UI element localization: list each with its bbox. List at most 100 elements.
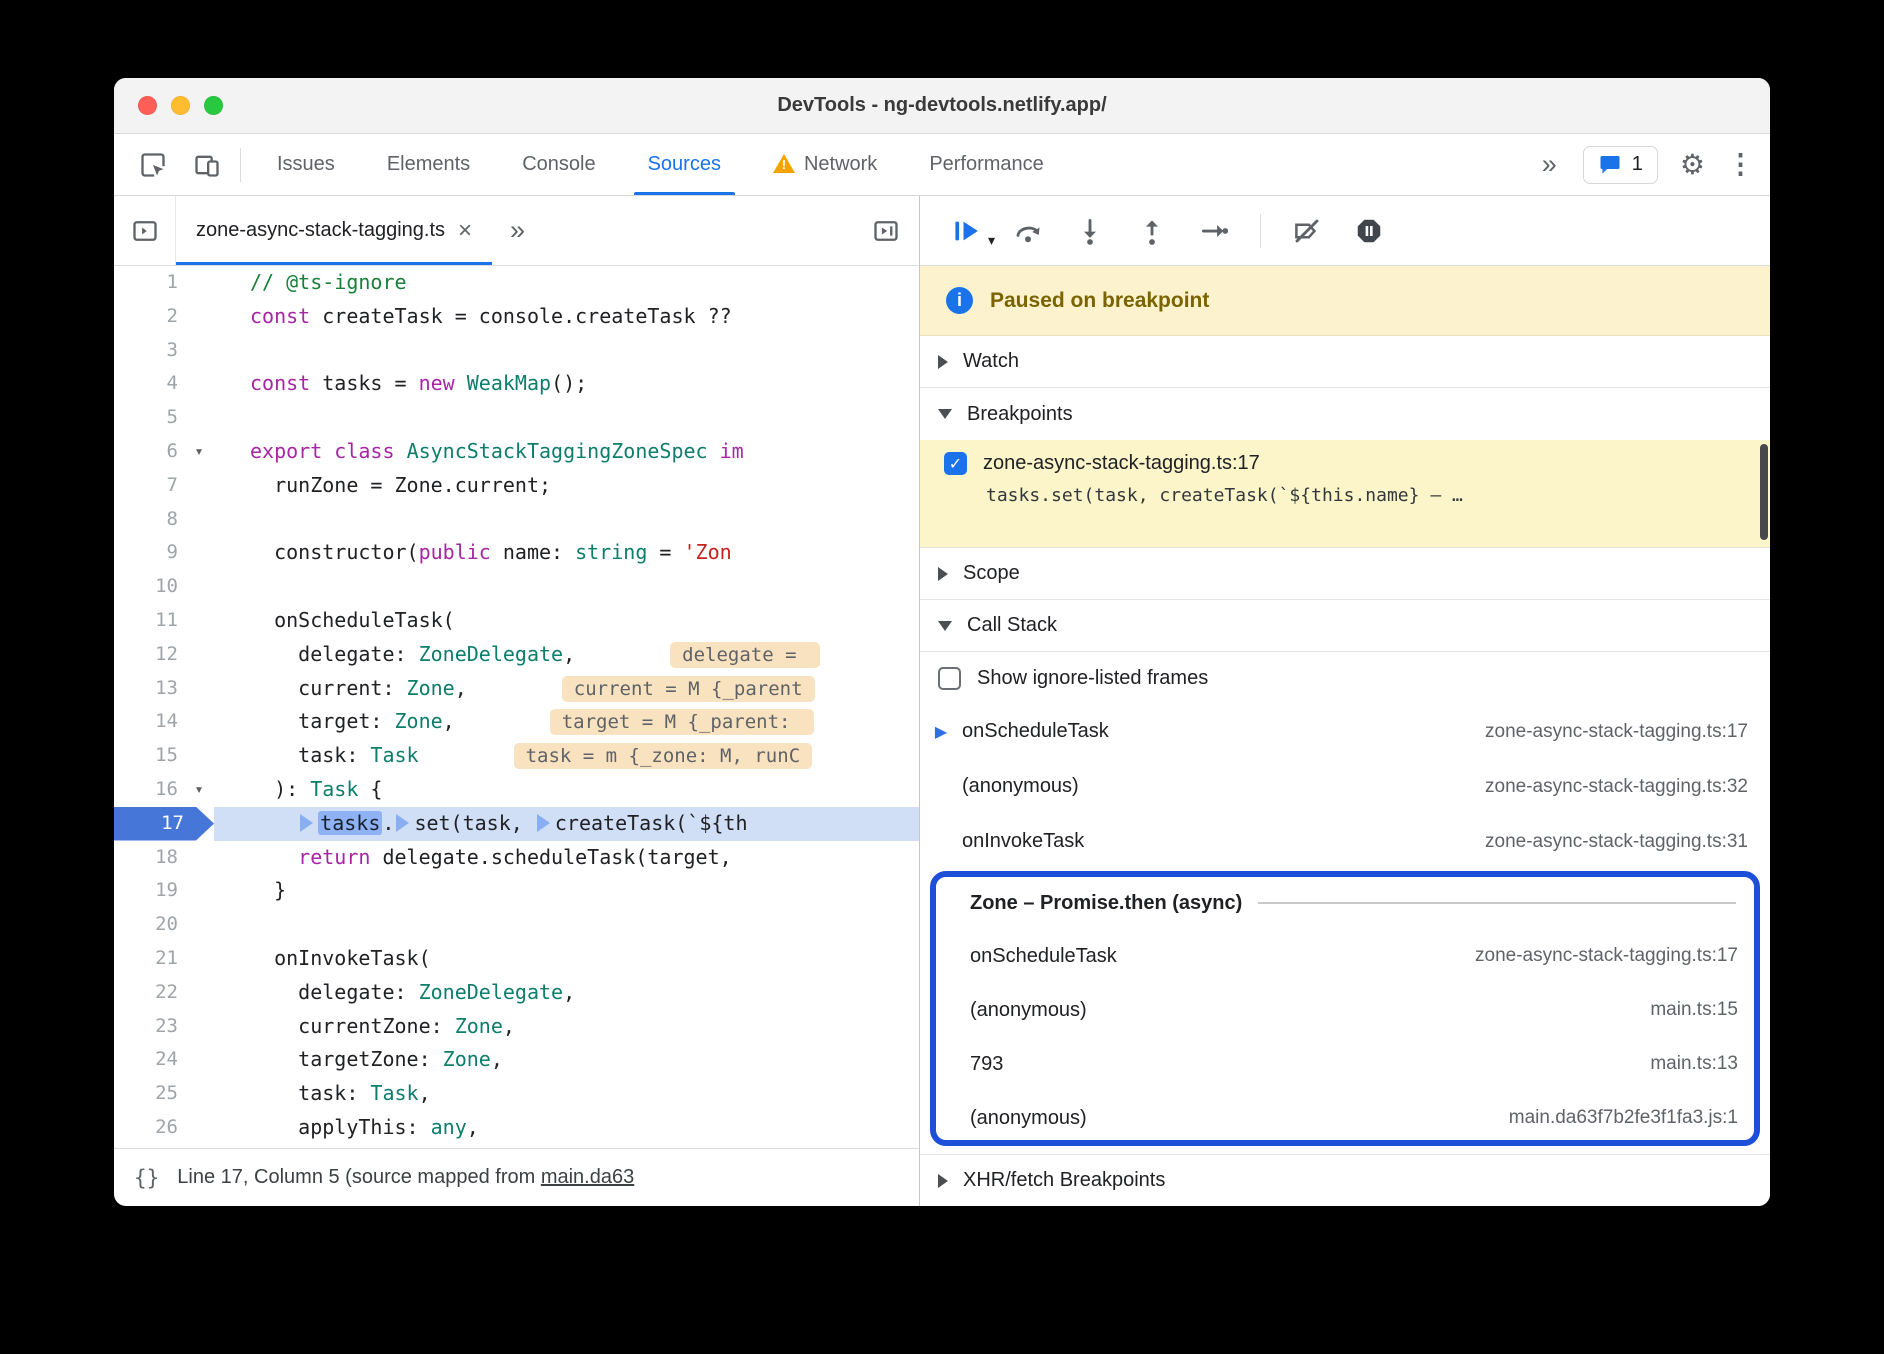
code-token: tasks = [310, 371, 418, 395]
call-stack-frame[interactable]: onScheduleTaskzone-async-stack-tagging.t… [936, 929, 1754, 983]
pretty-print-button[interactable]: {} [134, 1166, 159, 1190]
line-number[interactable]: 7 [114, 469, 184, 503]
ignore-listed-label: Show ignore-listed frames [977, 667, 1208, 690]
call-stack-frame[interactable]: (anonymous)main.ts:15 [936, 983, 1754, 1037]
line-number[interactable]: 3 [114, 334, 184, 368]
status-prefix: Line 17, Column 5 (source mapped from [177, 1166, 541, 1188]
line-number[interactable]: 6 [114, 435, 184, 469]
line-number[interactable]: 26 [114, 1111, 184, 1145]
file-tab[interactable]: zone-async-stack-tagging.ts × [176, 196, 492, 265]
scrollbar-thumb[interactable] [1760, 444, 1768, 540]
inline-breakpoint-icon[interactable] [300, 814, 313, 832]
pause-on-exceptions-icon[interactable] [1353, 215, 1385, 247]
line-number[interactable]: 1 [114, 266, 184, 300]
line-number[interactable]: 13 [114, 672, 184, 706]
step-into-icon[interactable] [1074, 215, 1106, 247]
breakpoint-entry[interactable]: ✓ zone-async-stack-tagging.ts:17 tasks.s… [920, 440, 1770, 548]
fold-arrow-icon[interactable]: ▾ [184, 773, 214, 807]
section-scope[interactable]: Scope [920, 548, 1770, 600]
breakpoint-checkbox[interactable]: ✓ [944, 452, 967, 475]
more-panels-button[interactable]: » [1538, 149, 1561, 180]
line-number[interactable]: 5 [114, 401, 184, 435]
inline-breakpoint-icon[interactable] [537, 814, 550, 832]
ignore-listed-row[interactable]: Show ignore-listed frames [920, 652, 1770, 704]
tab-elements[interactable]: Elements [361, 134, 496, 195]
section-watch-label: Watch [963, 350, 1019, 373]
line-number[interactable]: 16 [114, 773, 184, 807]
tab-label: Network [804, 153, 877, 176]
line-number[interactable]: 10 [114, 570, 184, 604]
step-icon[interactable] [1198, 215, 1230, 247]
frame-location[interactable]: zone-async-stack-tagging.ts:17 [1455, 945, 1738, 967]
editor-status-bar: {} Line 17, Column 5 (source mapped from… [114, 1148, 919, 1206]
line-number[interactable]: 25 [114, 1077, 184, 1111]
call-stack-frame[interactable]: 793main.ts:13 [936, 1037, 1754, 1091]
inspect-element-button[interactable] [130, 142, 176, 188]
window-titlebar[interactable]: DevTools - ng-devtools.netlify.app/ [114, 78, 1770, 134]
tab-issues[interactable]: Issues [251, 134, 361, 195]
resume-dropdown-caret-icon[interactable] [988, 232, 995, 250]
line-number[interactable]: 20 [114, 908, 184, 942]
line-number[interactable]: 12 [114, 638, 184, 672]
close-tab-icon[interactable]: × [458, 217, 472, 245]
fold-gutter [184, 1111, 214, 1145]
toggle-navigator-icon[interactable] [114, 196, 176, 265]
line-number[interactable]: 9 [114, 536, 184, 570]
code-text: onScheduleTask( [214, 604, 919, 638]
traffic-lights [138, 78, 223, 133]
zoom-window-button[interactable] [204, 96, 223, 115]
settings-gear-icon[interactable]: ⚙ [1680, 148, 1705, 181]
tab-console[interactable]: Console [496, 134, 621, 195]
line-number[interactable]: 24 [114, 1043, 184, 1077]
code-token: = [647, 540, 683, 564]
line-number[interactable]: 18 [114, 841, 184, 875]
code-editor[interactable]: 1// @ts-ignore2const createTask = consol… [114, 266, 919, 1148]
deactivate-breakpoints-icon[interactable] [1291, 215, 1323, 247]
line-number[interactable]: 14 [114, 705, 184, 739]
code-token: public [419, 540, 491, 564]
section-watch[interactable]: Watch [920, 336, 1770, 388]
more-files-button[interactable]: » [492, 196, 543, 265]
console-messages-badge[interactable]: 1 [1583, 146, 1658, 184]
tab-performance[interactable]: Performance [903, 134, 1070, 195]
more-options-icon[interactable]: ⋮ [1727, 149, 1754, 180]
call-stack-frame[interactable]: (anonymous)zone-async-stack-tagging.ts:3… [920, 759, 1770, 814]
line-number[interactable]: 11 [114, 604, 184, 638]
line-number[interactable]: 21 [114, 942, 184, 976]
resume-icon[interactable] [950, 215, 982, 247]
code-token: set(task, [414, 811, 534, 835]
frame-location[interactable]: zone-async-stack-tagging.ts:31 [1465, 831, 1748, 853]
tab-network[interactable]: Network [747, 134, 903, 195]
fold-arrow-icon[interactable]: ▾ [184, 435, 214, 469]
call-stack-frame[interactable]: ▶onScheduleTaskzone-async-stack-tagging.… [920, 704, 1770, 759]
line-number[interactable]: 23 [114, 1010, 184, 1044]
section-xhr-breakpoints[interactable]: XHR/fetch Breakpoints [920, 1154, 1770, 1206]
frame-location[interactable]: main.da63f7b2fe3f1fa3.js:1 [1489, 1107, 1738, 1129]
toggle-sidebar-icon[interactable] [853, 196, 919, 265]
frame-location[interactable]: zone-async-stack-tagging.ts:32 [1465, 776, 1748, 798]
frame-location[interactable]: main.ts:15 [1630, 999, 1738, 1021]
ignore-listed-checkbox[interactable] [938, 667, 961, 690]
line-number[interactable]: 2 [114, 300, 184, 334]
close-window-button[interactable] [138, 96, 157, 115]
execution-line-marker[interactable]: 17 [114, 807, 214, 841]
section-breakpoints[interactable]: Breakpoints [920, 388, 1770, 440]
source-map-link[interactable]: main.da63 [541, 1166, 634, 1188]
minimize-window-button[interactable] [171, 96, 190, 115]
frame-location[interactable]: main.ts:13 [1630, 1053, 1738, 1075]
line-number[interactable]: 15 [114, 739, 184, 773]
inline-eval-hint: delegate = [670, 642, 820, 668]
call-stack-frame[interactable]: onInvokeTaskzone-async-stack-tagging.ts:… [920, 814, 1770, 869]
inline-breakpoint-icon[interactable] [396, 814, 409, 832]
section-call-stack[interactable]: Call Stack [920, 600, 1770, 652]
line-number[interactable]: 8 [114, 503, 184, 537]
step-out-icon[interactable] [1136, 215, 1168, 247]
step-over-icon[interactable] [1012, 215, 1044, 247]
device-toolbar-button[interactable] [184, 142, 230, 188]
line-number[interactable]: 4 [114, 367, 184, 401]
tab-sources[interactable]: Sources [622, 134, 747, 195]
frame-location[interactable]: zone-async-stack-tagging.ts:17 [1465, 721, 1748, 743]
line-number[interactable]: 19 [114, 874, 184, 908]
line-number[interactable]: 22 [114, 976, 184, 1010]
call-stack-frame[interactable]: (anonymous)main.da63f7b2fe3f1fa3.js:1 [936, 1091, 1754, 1145]
